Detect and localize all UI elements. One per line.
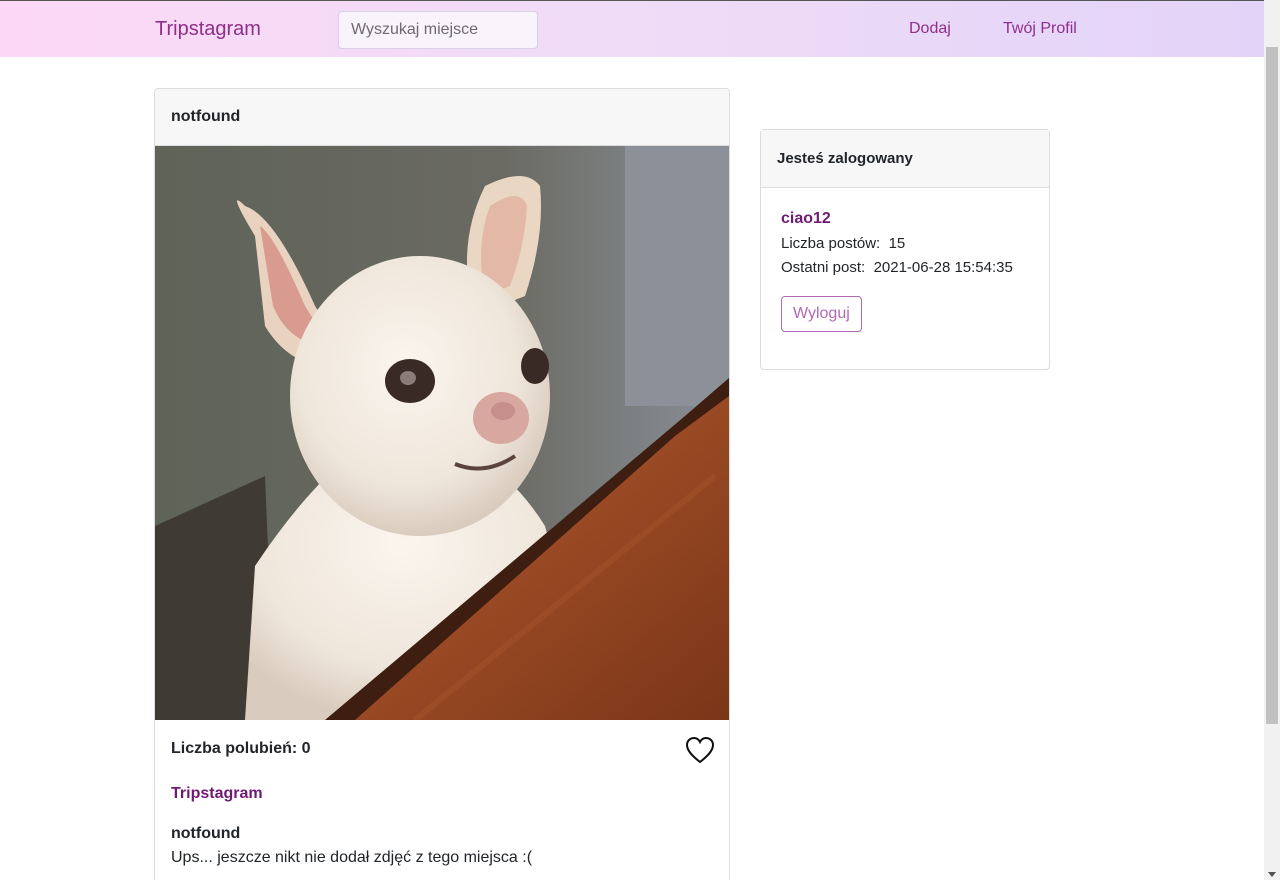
chihuahua-photo bbox=[155, 146, 729, 720]
last-post-date: 2021-06-28 15:54:35 bbox=[873, 259, 1013, 276]
likes-count: Liczba polubień: 0 bbox=[171, 740, 311, 757]
scrollbar[interactable] bbox=[1264, 0, 1280, 880]
nav-profile-link[interactable]: Twój Profil bbox=[1003, 20, 1077, 38]
nav-add-link[interactable]: Dodaj bbox=[909, 20, 951, 38]
logged-in-card: Jesteś zalogowany ciao12 Liczba postów: … bbox=[760, 129, 1050, 370]
logged-in-body: ciao12 Liczba postów: 15 Ostatni post: 2… bbox=[761, 188, 1049, 354]
post-card: notfound Liczba polubień: 0 Tripstagram … bbox=[154, 88, 730, 880]
post-author: notfound bbox=[171, 825, 241, 842]
like-heart-icon[interactable] bbox=[685, 736, 715, 764]
post-image bbox=[155, 146, 729, 720]
posts-count-line: Liczba postów: 15 bbox=[781, 232, 1029, 256]
scroll-down-arrow-icon[interactable] bbox=[1268, 872, 1276, 877]
post-description: Ups... jeszcze nikt nie dodał zdjęć z te… bbox=[171, 849, 533, 866]
search-input[interactable] bbox=[338, 11, 538, 49]
posts-count-value: 15 bbox=[888, 235, 906, 252]
navbar: Tripstagram Dodaj Twój Profil bbox=[0, 0, 1264, 57]
scrollbar-thumb[interactable] bbox=[1266, 47, 1278, 724]
posts-count-label: Liczba postów: bbox=[781, 235, 881, 252]
brand-logo-link[interactable]: Tripstagram bbox=[155, 18, 261, 41]
logout-button[interactable]: Wyloguj bbox=[781, 296, 862, 332]
post-header-title: notfound bbox=[171, 108, 241, 125]
last-post-line: Ostatni post: 2021-06-28 15:54:35 bbox=[781, 256, 1029, 280]
post-place-link[interactable]: Tripstagram bbox=[171, 785, 263, 803]
logged-in-header: Jesteś zalogowany bbox=[761, 130, 1049, 188]
last-post-label: Ostatni post: bbox=[781, 259, 866, 276]
post-header: notfound bbox=[155, 89, 729, 146]
username-link[interactable]: ciao12 bbox=[781, 210, 1029, 228]
